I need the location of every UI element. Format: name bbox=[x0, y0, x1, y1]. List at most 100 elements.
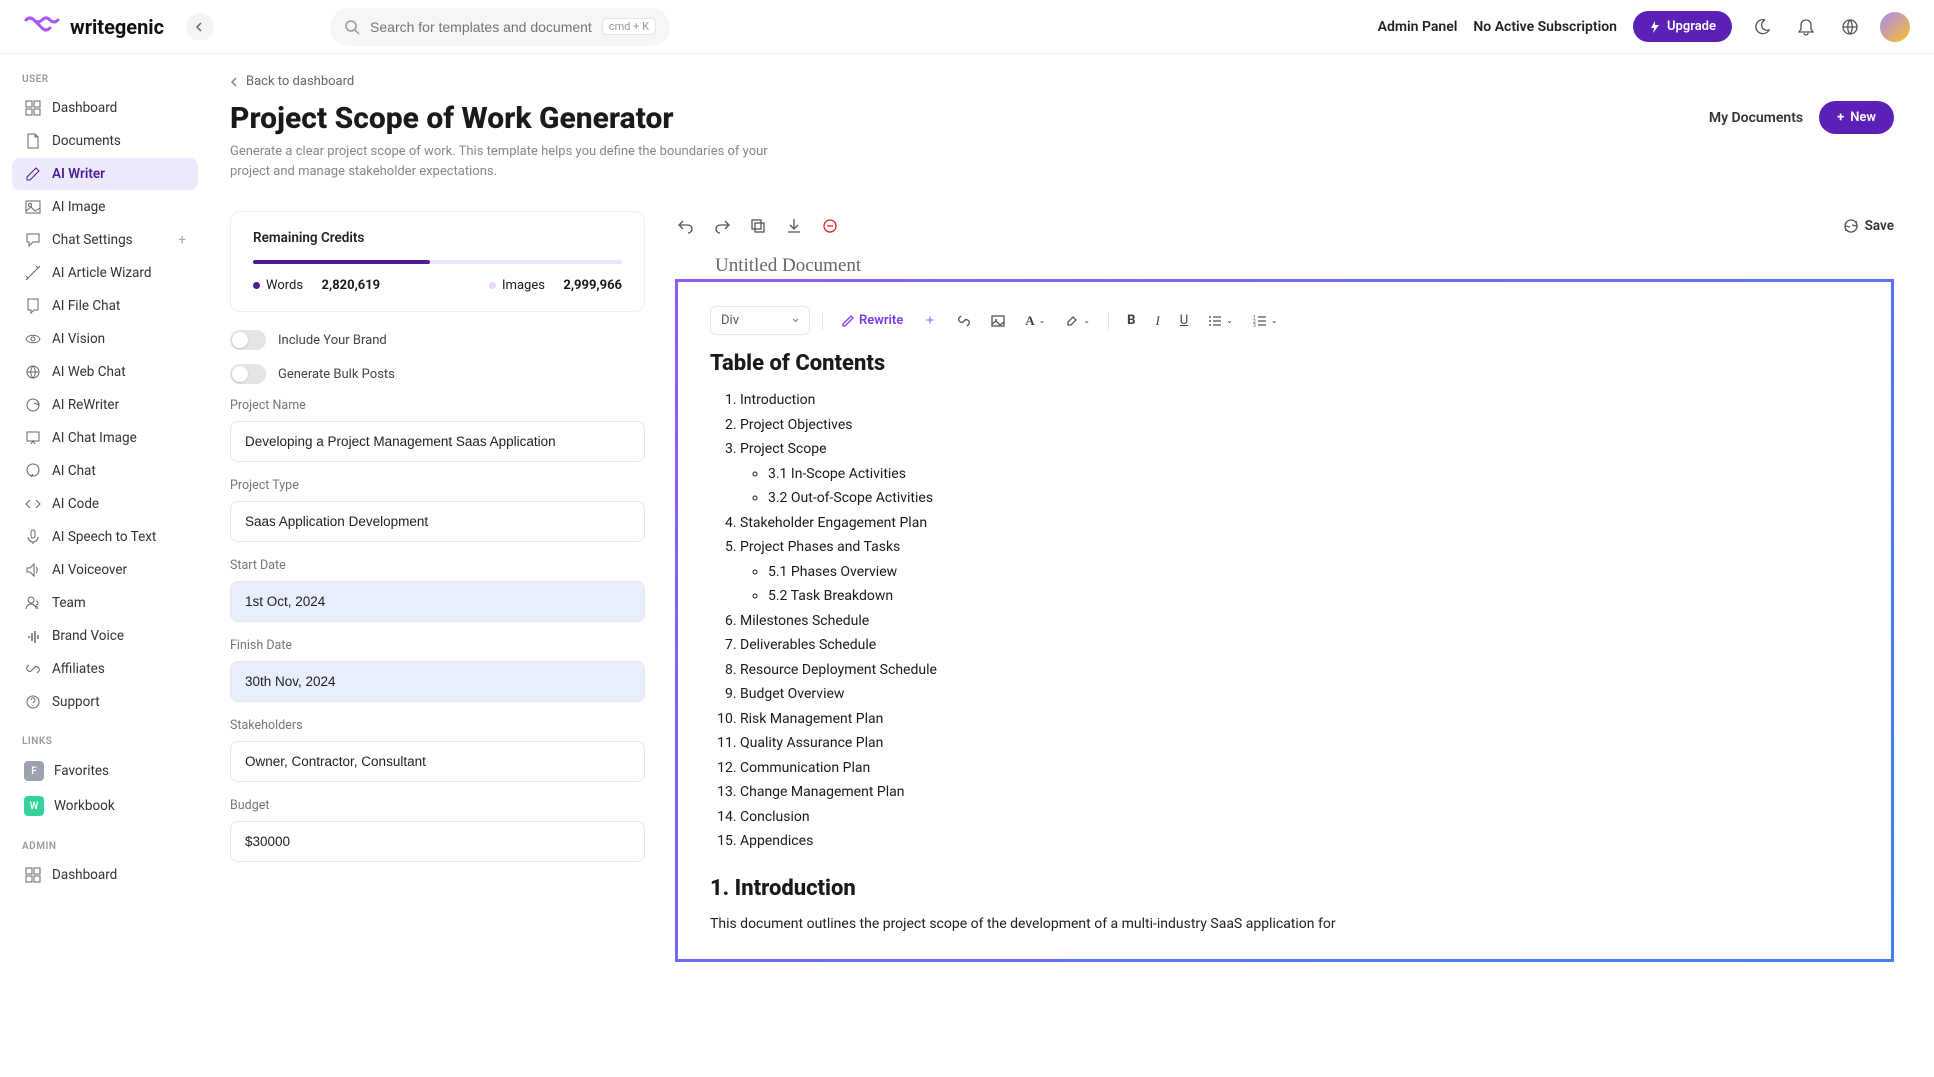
sidebar-item-ai-web-chat[interactable]: AI Web Chat bbox=[12, 356, 198, 388]
sidebar-item-ai-article-wizard[interactable]: AI Article Wizard bbox=[12, 257, 198, 289]
sidebar-item-ai-code[interactable]: AI Code bbox=[12, 488, 198, 520]
text-color-button[interactable]: A⌄ bbox=[1019, 309, 1051, 333]
sidebar-item-ai-chat[interactable]: AI Chat bbox=[12, 455, 198, 487]
sidebar-item-ai-vision[interactable]: AI Vision bbox=[12, 323, 198, 355]
search-bar[interactable]: cmd + K bbox=[330, 8, 670, 46]
undo-button[interactable] bbox=[675, 215, 697, 237]
wand-icon bbox=[24, 264, 42, 282]
voice-icon bbox=[24, 627, 42, 645]
sidebar-item-team[interactable]: Team bbox=[12, 587, 198, 619]
input-stakeholders[interactable] bbox=[230, 741, 645, 782]
toc-item: Introduction bbox=[740, 388, 1859, 413]
toc-subitem: 5.1 Phases Overview bbox=[768, 560, 1859, 585]
sparkle-icon bbox=[923, 314, 937, 328]
logo[interactable]: writegenic bbox=[24, 15, 164, 39]
delete-button[interactable] bbox=[819, 215, 841, 237]
help-icon bbox=[24, 693, 42, 711]
toc-item: Quality Assurance Plan bbox=[740, 731, 1859, 756]
plus-icon[interactable]: + bbox=[178, 232, 186, 248]
ai-enhance-button[interactable] bbox=[917, 310, 943, 332]
toggle-include-brand[interactable]: Include Your Brand bbox=[230, 330, 645, 350]
toc-list: IntroductionProject ObjectivesProject Sc… bbox=[710, 388, 1859, 854]
toc-subitem: 3.1 In-Scope Activities bbox=[768, 462, 1859, 487]
toc-item: Project Scope3.1 In-Scope Activities3.2 … bbox=[740, 437, 1859, 511]
sidebar-section-admin: ADMIN bbox=[8, 837, 202, 858]
input-budget[interactable] bbox=[230, 821, 645, 862]
search-shortcut: cmd + K bbox=[602, 18, 656, 35]
moon-icon bbox=[1753, 18, 1771, 36]
back-to-dashboard[interactable]: Back to dashboard bbox=[230, 74, 1894, 89]
bold-button[interactable]: B bbox=[1121, 309, 1141, 332]
refresh-icon bbox=[24, 396, 42, 414]
underline-button[interactable]: U bbox=[1174, 309, 1194, 332]
highlight-button[interactable]: ⌄ bbox=[1059, 310, 1096, 332]
sidebar-item-ai-image[interactable]: AI Image bbox=[12, 191, 198, 223]
upgrade-button[interactable]: Upgrade bbox=[1633, 11, 1732, 42]
sidebar-section-user: USER bbox=[8, 70, 202, 91]
sidebar-item-affiliates[interactable]: Affiliates bbox=[12, 653, 198, 685]
toc-item: Milestones Schedule bbox=[740, 609, 1859, 634]
toc-item: Deliverables Schedule bbox=[740, 633, 1859, 658]
sidebar-item-dashboard[interactable]: Dashboard bbox=[12, 92, 198, 124]
input-project-name[interactable] bbox=[230, 421, 645, 462]
toggle-switch[interactable] bbox=[230, 330, 266, 350]
sidebar-item-ai-voiceover[interactable]: AI Voiceover bbox=[12, 554, 198, 586]
rewrite-button[interactable]: Rewrite bbox=[835, 309, 909, 332]
sidebar-item-chat-settings[interactable]: Chat Settings+ bbox=[12, 224, 198, 256]
image-icon bbox=[991, 314, 1005, 328]
notifications-button[interactable] bbox=[1792, 13, 1820, 41]
download-button[interactable] bbox=[783, 215, 805, 237]
sidebar-item-ai-rewriter[interactable]: AI ReWriter bbox=[12, 389, 198, 421]
editor-content[interactable]: Div Rewrite A⌄ ⌄ B I bbox=[675, 279, 1894, 962]
subscription-status[interactable]: No Active Subscription bbox=[1473, 19, 1617, 35]
copy-button[interactable] bbox=[747, 215, 769, 237]
sidebar-item-ai-writer[interactable]: AI Writer bbox=[12, 158, 198, 190]
toggle-switch[interactable] bbox=[230, 364, 266, 384]
chat-icon bbox=[24, 231, 42, 249]
sidebar-link-workbook[interactable]: WWorkbook bbox=[12, 789, 198, 823]
label-finish-date: Finish Date bbox=[230, 638, 645, 653]
input-start-date[interactable] bbox=[230, 581, 645, 622]
label-stakeholders: Stakeholders bbox=[230, 718, 645, 733]
filechat-icon bbox=[24, 297, 42, 315]
sidebar-admin-dashboard[interactable]: Dashboard bbox=[12, 859, 198, 891]
chevron-left-icon bbox=[230, 77, 240, 87]
sidebar-item-documents[interactable]: Documents bbox=[12, 125, 198, 157]
section-heading: 1. Introduction bbox=[710, 876, 1859, 901]
my-documents-button[interactable]: My Documents bbox=[1705, 102, 1807, 134]
sidebar-item-support[interactable]: Support bbox=[12, 686, 198, 718]
input-finish-date[interactable] bbox=[230, 661, 645, 702]
link-button[interactable] bbox=[951, 310, 977, 332]
redo-button[interactable] bbox=[711, 215, 733, 237]
block-type-select[interactable]: Div bbox=[710, 306, 810, 335]
theme-toggle[interactable] bbox=[1748, 13, 1776, 41]
section-paragraph: This document outlines the project scope… bbox=[710, 913, 1859, 935]
sidebar-item-ai-file-chat[interactable]: AI File Chat bbox=[12, 290, 198, 322]
avatar[interactable] bbox=[1880, 12, 1910, 42]
label-project-type: Project Type bbox=[230, 478, 645, 493]
eye-icon bbox=[24, 330, 42, 348]
input-project-type[interactable] bbox=[230, 501, 645, 542]
save-button[interactable]: Save bbox=[1843, 218, 1894, 234]
admin-panel-link[interactable]: Admin Panel bbox=[1378, 19, 1458, 35]
badge-icon: F bbox=[24, 761, 44, 781]
italic-button[interactable]: I bbox=[1149, 309, 1165, 333]
bullet-list-button[interactable]: ⌄ bbox=[1202, 310, 1239, 332]
grid-icon bbox=[24, 99, 42, 117]
document-title[interactable]: Untitled Document bbox=[675, 249, 1894, 279]
search-input[interactable] bbox=[370, 19, 592, 35]
sidebar-item-ai-speech-to-text[interactable]: AI Speech to Text bbox=[12, 521, 198, 553]
ordered-list-button[interactable]: 123⌄ bbox=[1247, 310, 1284, 332]
sidebar-item-brand-voice[interactable]: Brand Voice bbox=[12, 620, 198, 652]
editor-panel: Save Untitled Document Div Rewrite bbox=[675, 211, 1894, 962]
sidebar-collapse-button[interactable] bbox=[186, 13, 214, 41]
image-button[interactable] bbox=[985, 310, 1011, 332]
toggle-bulk-posts[interactable]: Generate Bulk Posts bbox=[230, 364, 645, 384]
language-button[interactable] bbox=[1836, 13, 1864, 41]
credits-heading: Remaining Credits bbox=[253, 230, 622, 246]
new-button[interactable]: + New bbox=[1819, 101, 1894, 134]
dot-icon bbox=[253, 282, 260, 289]
sidebar-item-ai-chat-image[interactable]: AI Chat Image bbox=[12, 422, 198, 454]
badge-icon: W bbox=[24, 796, 44, 816]
sidebar-link-favorites[interactable]: FFavorites bbox=[12, 754, 198, 788]
